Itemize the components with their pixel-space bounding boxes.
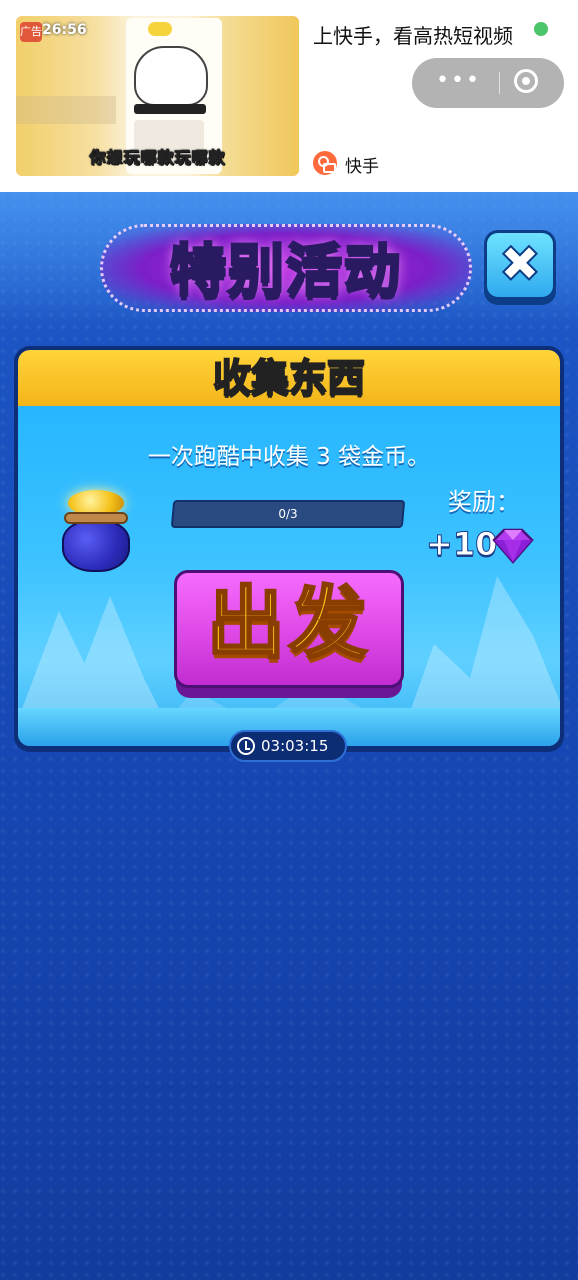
task-description: 一次跑酷中收集 3 袋金币。 [147, 444, 431, 470]
target-close-icon[interactable] [514, 69, 538, 93]
game-screen: 特别活动 ✖ 收集东西 一次跑酷中收集 3 袋金币。 0/3 奖励： +10 出… [0, 192, 578, 1280]
countdown-timer: 03:03:15 [229, 730, 347, 762]
close-button[interactable]: ✖ [484, 230, 556, 300]
status-dot-icon [534, 22, 548, 36]
video-time: 26:56 [42, 22, 87, 38]
cartoon-girl-drawing [134, 46, 208, 106]
clock-icon [237, 737, 255, 755]
ad-title[interactable]: 上快手，看高热短视频 [313, 20, 513, 49]
mini-program-capsule: ••• [412, 58, 564, 108]
reward-value: +10 [425, 525, 498, 564]
gold-coin-bag-icon [60, 484, 132, 580]
more-dots-icon[interactable]: ••• [436, 70, 486, 94]
ad-label: 广告 [20, 22, 42, 42]
thumbnail-caption: 你想玩哪款玩哪款 [89, 148, 226, 168]
progress-text: 0/3 [278, 507, 298, 521]
purple-gem-icon [492, 528, 534, 564]
brand-name: 快手 [345, 157, 379, 177]
kuaishou-logo-icon [313, 151, 337, 175]
close-x-icon: ✖ [498, 234, 542, 294]
reward-label: 奖励： [448, 488, 520, 516]
task-title: 收集东西 [212, 355, 366, 401]
go-button[interactable]: 出发 [174, 562, 404, 700]
timer-text: 03:03:15 [261, 737, 329, 755]
event-title: 特别活动 [169, 238, 402, 306]
go-button-label: 出发 [205, 578, 371, 671]
ad-banner[interactable]: 广告 26:56 你想玩哪款玩哪款 上快手，看高热短视频 ••• 快手 [0, 0, 578, 192]
ad-video-thumbnail[interactable]: 广告 26:56 你想玩哪款玩哪款 [16, 16, 299, 176]
